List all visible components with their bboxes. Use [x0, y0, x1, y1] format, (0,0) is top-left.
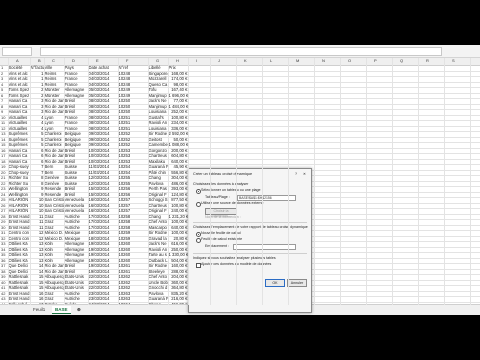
column-header-g[interactable]: G	[156, 58, 159, 64]
formula-input[interactable]	[40, 47, 442, 56]
help-icon[interactable]: ?	[295, 172, 297, 177]
excel-window: ABCDEFGHIJKLMNOPQRS 1SociétéN°factureVil…	[0, 45, 480, 315]
pivot-table-dialog: Créer un tableau croisé dynamique ? ✕ Ch…	[188, 168, 312, 313]
cancel-button[interactable]: Annuler	[287, 279, 307, 287]
dialog-title: Créer un tableau croisé dynamique	[193, 172, 253, 176]
column-header-s[interactable]: S	[452, 58, 455, 64]
column-gridline	[210, 58, 211, 305]
column-header-r[interactable]: R	[426, 58, 429, 64]
column-gridline	[168, 58, 169, 305]
column-header-b[interactable]: B	[38, 58, 41, 64]
column-gridline	[444, 58, 445, 305]
column-header-l[interactable]: L	[270, 58, 272, 64]
tab-base[interactable]: BASE	[52, 306, 71, 314]
column-header-o[interactable]: O	[348, 58, 351, 64]
tab-feuil1[interactable]: Feuil1	[30, 306, 48, 313]
column-gridline	[392, 58, 393, 305]
column-header-q[interactable]: Q	[400, 58, 403, 64]
column-gridline	[118, 58, 119, 305]
ok-button[interactable]: OK	[265, 279, 285, 287]
column-header-e[interactable]: E	[96, 58, 99, 64]
column-gridline	[64, 58, 65, 305]
column-gridline	[236, 58, 237, 305]
column-header-k[interactable]: K	[244, 58, 247, 64]
add-sheet-icon[interactable]: ⊕	[74, 306, 84, 313]
column-header-n[interactable]: N	[322, 58, 325, 64]
column-gridline	[314, 58, 315, 305]
column-header-h[interactable]: H	[176, 58, 179, 64]
column-header-d[interactable]: D	[72, 58, 75, 64]
radio-new-sheet-label: Nouvelle feuille de calcul	[201, 231, 241, 235]
table-range-label: Tableau/Plage :	[205, 195, 230, 199]
column-header-a[interactable]: A	[16, 58, 19, 64]
column-header-p[interactable]: P	[374, 58, 377, 64]
column-gridline	[262, 58, 263, 305]
column-gridline	[288, 58, 289, 305]
section-multi-table-label: Indiquez si vous souhaitez analyser plus…	[193, 256, 276, 260]
column-header-c[interactable]: C	[52, 58, 55, 64]
name-box[interactable]	[2, 47, 32, 56]
column-gridline	[366, 58, 367, 305]
location-input[interactable]	[233, 244, 296, 250]
column-header-f[interactable]: F	[126, 58, 128, 64]
column-gridline	[470, 58, 471, 305]
column-gridline	[44, 58, 45, 305]
location-label: Emplacement :	[205, 244, 229, 248]
column-gridline	[88, 58, 89, 305]
column-gridline	[340, 58, 341, 305]
column-header-i[interactable]: I	[196, 58, 197, 64]
column-gridline	[148, 58, 149, 305]
column-gridline	[30, 58, 31, 305]
formula-bar	[0, 45, 480, 58]
close-icon[interactable]: ✕	[303, 172, 306, 177]
column-gridline	[418, 58, 419, 305]
column-gridline	[188, 58, 189, 305]
column-header-m[interactable]: M	[296, 58, 299, 64]
column-header-j[interactable]: J	[218, 58, 220, 64]
section-data-label: Choisissez les données à analyser	[193, 182, 249, 186]
column-gridline	[8, 58, 9, 305]
